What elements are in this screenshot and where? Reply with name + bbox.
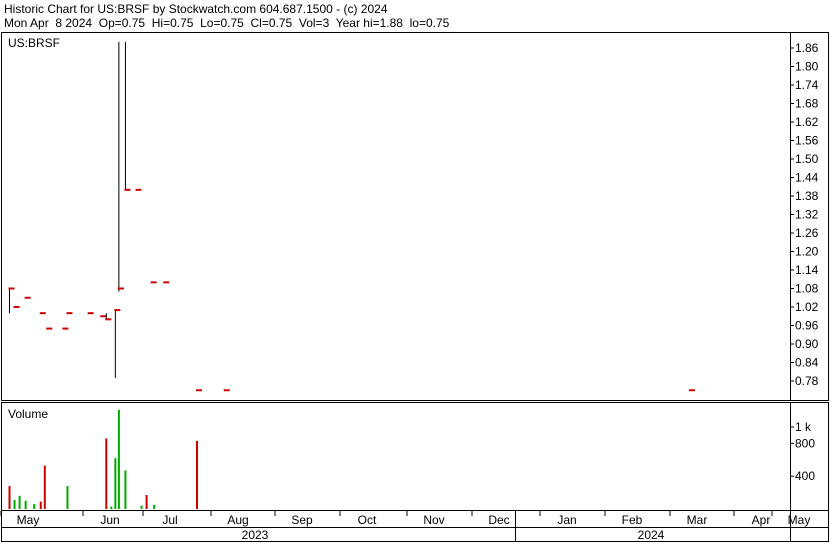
volume-bar xyxy=(13,499,16,509)
price-tick-label: 0.96 xyxy=(795,319,819,333)
price-tick-label: 0.90 xyxy=(795,337,819,351)
price-tick-label: 1.02 xyxy=(795,300,819,314)
volume-bar xyxy=(66,486,69,509)
month-label: Jan xyxy=(557,513,576,527)
volume-panel-title: Volume xyxy=(8,407,48,421)
volume-tick-label: 400 xyxy=(795,469,815,483)
price-tick-label: 1.38 xyxy=(795,189,819,203)
price-tick-label: 1.08 xyxy=(795,282,819,296)
price-tick-label: 0.78 xyxy=(795,374,819,388)
price-tick-label: 1.62 xyxy=(795,115,819,129)
volume-bar xyxy=(18,495,21,509)
volume-bar xyxy=(114,458,117,509)
month-label: Sep xyxy=(291,513,313,527)
price-tick-label: 1.50 xyxy=(795,152,819,166)
month-label: Nov xyxy=(423,513,444,527)
month-label: Aug xyxy=(227,513,248,527)
month-label: Jul xyxy=(162,513,177,527)
volume-bar xyxy=(39,501,42,509)
price-tick-label: 1.32 xyxy=(795,208,819,222)
month-label: Mar xyxy=(687,513,708,527)
volume-bar xyxy=(124,470,127,509)
month-label: Jun xyxy=(100,513,119,527)
price-tick-label: 1.26 xyxy=(795,226,819,240)
volume-bar xyxy=(105,438,108,509)
volume-tick-label: 1 k xyxy=(795,420,812,434)
month-label: Apr xyxy=(752,513,771,527)
month-label: May xyxy=(788,513,811,527)
month-label: Feb xyxy=(622,513,643,527)
month-label: May xyxy=(17,513,40,527)
volume-bar xyxy=(110,506,113,509)
volume-bar xyxy=(145,495,148,509)
volume-bar xyxy=(33,504,36,509)
volume-bar xyxy=(196,440,198,509)
price-tick-label: 1.68 xyxy=(795,97,819,111)
month-label: Oct xyxy=(358,513,377,527)
month-label: Dec xyxy=(488,513,509,527)
volume-tick-label: 800 xyxy=(795,436,815,450)
header-quote: Mon Apr 8 2024 Op=0.75 Hi=0.75 Lo=0.75 C… xyxy=(4,16,450,30)
price-tick-label: 1.56 xyxy=(795,134,819,148)
year-axis xyxy=(1,527,829,542)
price-tick-label: 1.44 xyxy=(795,171,819,185)
volume-bar xyxy=(43,465,46,509)
price-tick-label: 0.84 xyxy=(795,356,819,370)
volume-bar xyxy=(117,409,120,509)
price-tick-label: 1.14 xyxy=(795,263,819,277)
volume-bar xyxy=(24,500,27,509)
volume-bar xyxy=(140,505,143,509)
price-tick-label: 1.86 xyxy=(795,41,819,55)
stock-chart: Historic Chart for US:BRSF by Stockwatch… xyxy=(0,2,829,542)
year-label-2023: 2023 xyxy=(242,528,269,542)
volume-bar xyxy=(8,486,11,509)
volume-bar xyxy=(153,504,156,509)
price-tick-label: 1.74 xyxy=(795,78,819,92)
price-panel-title: US:BRSF xyxy=(8,36,60,50)
price-tick-label: 1.20 xyxy=(795,245,819,259)
year-label-2024: 2024 xyxy=(638,528,665,542)
header-title: Historic Chart for US:BRSF by Stockwatch… xyxy=(4,2,388,16)
price-tick-label: 1.80 xyxy=(795,60,819,74)
